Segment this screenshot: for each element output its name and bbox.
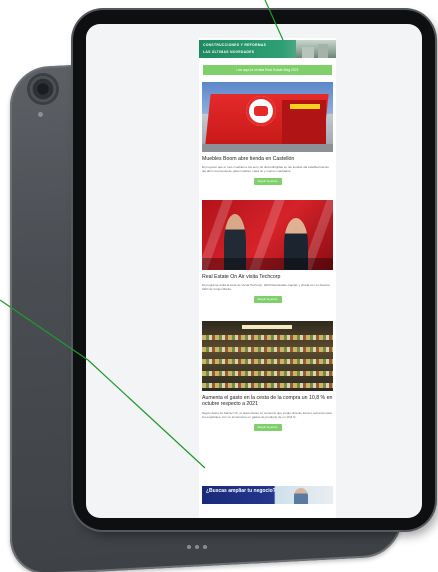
header-banner[interactable]: CONSTRUCCIONES Y REFORMAS LAS ÚLTIMAS NO… (199, 40, 336, 58)
connector-dot (203, 545, 207, 549)
article-image-event[interactable] (202, 200, 333, 270)
article-title[interactable]: Real Estate On Air visita Techcorp (202, 274, 333, 280)
store-ground (202, 144, 333, 152)
article-title[interactable]: Muebles Boom abre tienda en Castellón (202, 156, 333, 162)
shelf-row (202, 359, 333, 364)
article-card: Real Estate On Air visita Techcorp El pr… (202, 200, 333, 304)
article-image-store[interactable] (202, 82, 333, 152)
article-excerpt: Según datos de Kantar UC, el desembolso … (202, 410, 332, 419)
flash-icon (38, 112, 43, 117)
article-excerpt: El proyecto que el mes muebles a los eur… (202, 165, 329, 174)
table-foreground (202, 258, 333, 270)
read-more-button[interactable]: Seguir leyendo (253, 423, 282, 431)
ceiling-light (242, 325, 292, 329)
article-title[interactable]: Aumenta el gasto en la cesta de la compr… (202, 395, 333, 408)
ad-banner-person (294, 488, 308, 504)
tablet-screen: CONSTRUCCIONES Y REFORMAS LAS ÚLTIMAS NO… (86, 24, 422, 518)
shelf-row (202, 383, 333, 388)
product-mockup: CONSTRUCCIONES Y REFORMAS LAS ÚLTIMAS NO… (0, 0, 438, 572)
boom-logo (246, 96, 276, 126)
magazine-cta-button[interactable]: Lee aquí la revista Real Estate Mag 2021 (203, 65, 332, 75)
camera-lens-icon (30, 76, 56, 102)
shelf-row (202, 335, 333, 340)
header-line-2: LAS ÚLTIMAS NOVEDADES (203, 50, 255, 54)
article-card: Aumenta el gasto en la cesta de la compr… (202, 321, 333, 431)
newsletter-email: CONSTRUCCIONES Y REFORMAS LAS ÚLTIMAS NO… (199, 38, 336, 518)
article-excerpt: El programa visita la sede de Venta Tech… (202, 283, 331, 292)
connector-dot (187, 545, 191, 549)
read-more-button[interactable]: Seguir leyendo (253, 296, 282, 304)
shelf-row (202, 371, 333, 376)
article-image-supermarket[interactable] (202, 321, 333, 391)
header-line-1: CONSTRUCCIONES Y REFORMAS (203, 43, 267, 47)
header-photo (296, 40, 336, 58)
connector-dots (187, 545, 207, 549)
ad-banner-text: ¿Buscas ampliar tu negocio? (206, 488, 276, 494)
shelf-row (202, 347, 333, 352)
store-sign (290, 104, 320, 109)
read-more-button[interactable]: Seguir leyendo (253, 178, 282, 186)
article-card: Muebles Boom abre tienda en Castellón El… (202, 82, 333, 186)
ad-banner[interactable]: ¿Buscas ampliar tu negocio? (202, 486, 333, 504)
connector-dot (195, 545, 199, 549)
